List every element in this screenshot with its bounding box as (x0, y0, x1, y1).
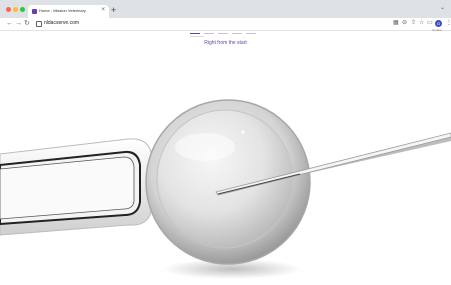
forward-button[interactable]: → (15, 19, 22, 28)
tab-title: Home - Mission Veterinary (39, 8, 86, 13)
nav-item-active[interactable] (190, 33, 200, 34)
browser-menu-icon[interactable]: ⋮ (446, 19, 451, 28)
cell-spot (241, 130, 245, 134)
back-button[interactable]: ← (6, 19, 13, 28)
page-content: Right from the start (0, 31, 451, 285)
browser-toolbar: ← → ↻ nldacserve.com ▦ ⊖ ⇧ ☆ ▭ G ⋮ Updat… (0, 18, 451, 32)
browser-tab[interactable]: Home - Mission Veterinary × (28, 5, 109, 18)
tab-close-button[interactable]: × (101, 6, 105, 15)
maximize-window-button[interactable] (20, 7, 25, 12)
nav-item[interactable] (246, 33, 256, 34)
browser-titlebar: Home - Mission Veterinary × + ⌄ (0, 0, 451, 18)
cell-highlight (175, 133, 235, 161)
share-icon[interactable]: ⇧ (411, 19, 416, 28)
site-nav-fragment[interactable] (190, 31, 262, 37)
hero-cell-illustration (0, 99, 451, 279)
nav-item[interactable] (232, 33, 242, 34)
profile-avatar[interactable]: G (435, 20, 442, 27)
nav-item[interactable] (204, 33, 214, 34)
zoom-icon[interactable]: ⊖ (402, 19, 407, 28)
lock-icon (36, 21, 42, 27)
minimize-window-button[interactable] (13, 7, 18, 12)
translate-icon[interactable]: ▦ (393, 19, 399, 28)
new-tab-button[interactable]: + (111, 5, 116, 15)
tab-search-chevron-icon[interactable]: ⌄ (440, 4, 445, 11)
reload-button[interactable]: ↻ (24, 19, 30, 28)
nav-underline (190, 36, 204, 37)
bookmark-star-icon[interactable]: ☆ (419, 19, 424, 28)
close-window-button[interactable] (6, 7, 11, 12)
address-bar[interactable]: nldacserve.com (44, 19, 79, 28)
hero-tagline: Right from the start (204, 40, 247, 46)
favicon-icon (32, 9, 37, 14)
sidepanel-icon[interactable]: ▭ (427, 19, 433, 28)
nav-item[interactable] (218, 33, 228, 34)
